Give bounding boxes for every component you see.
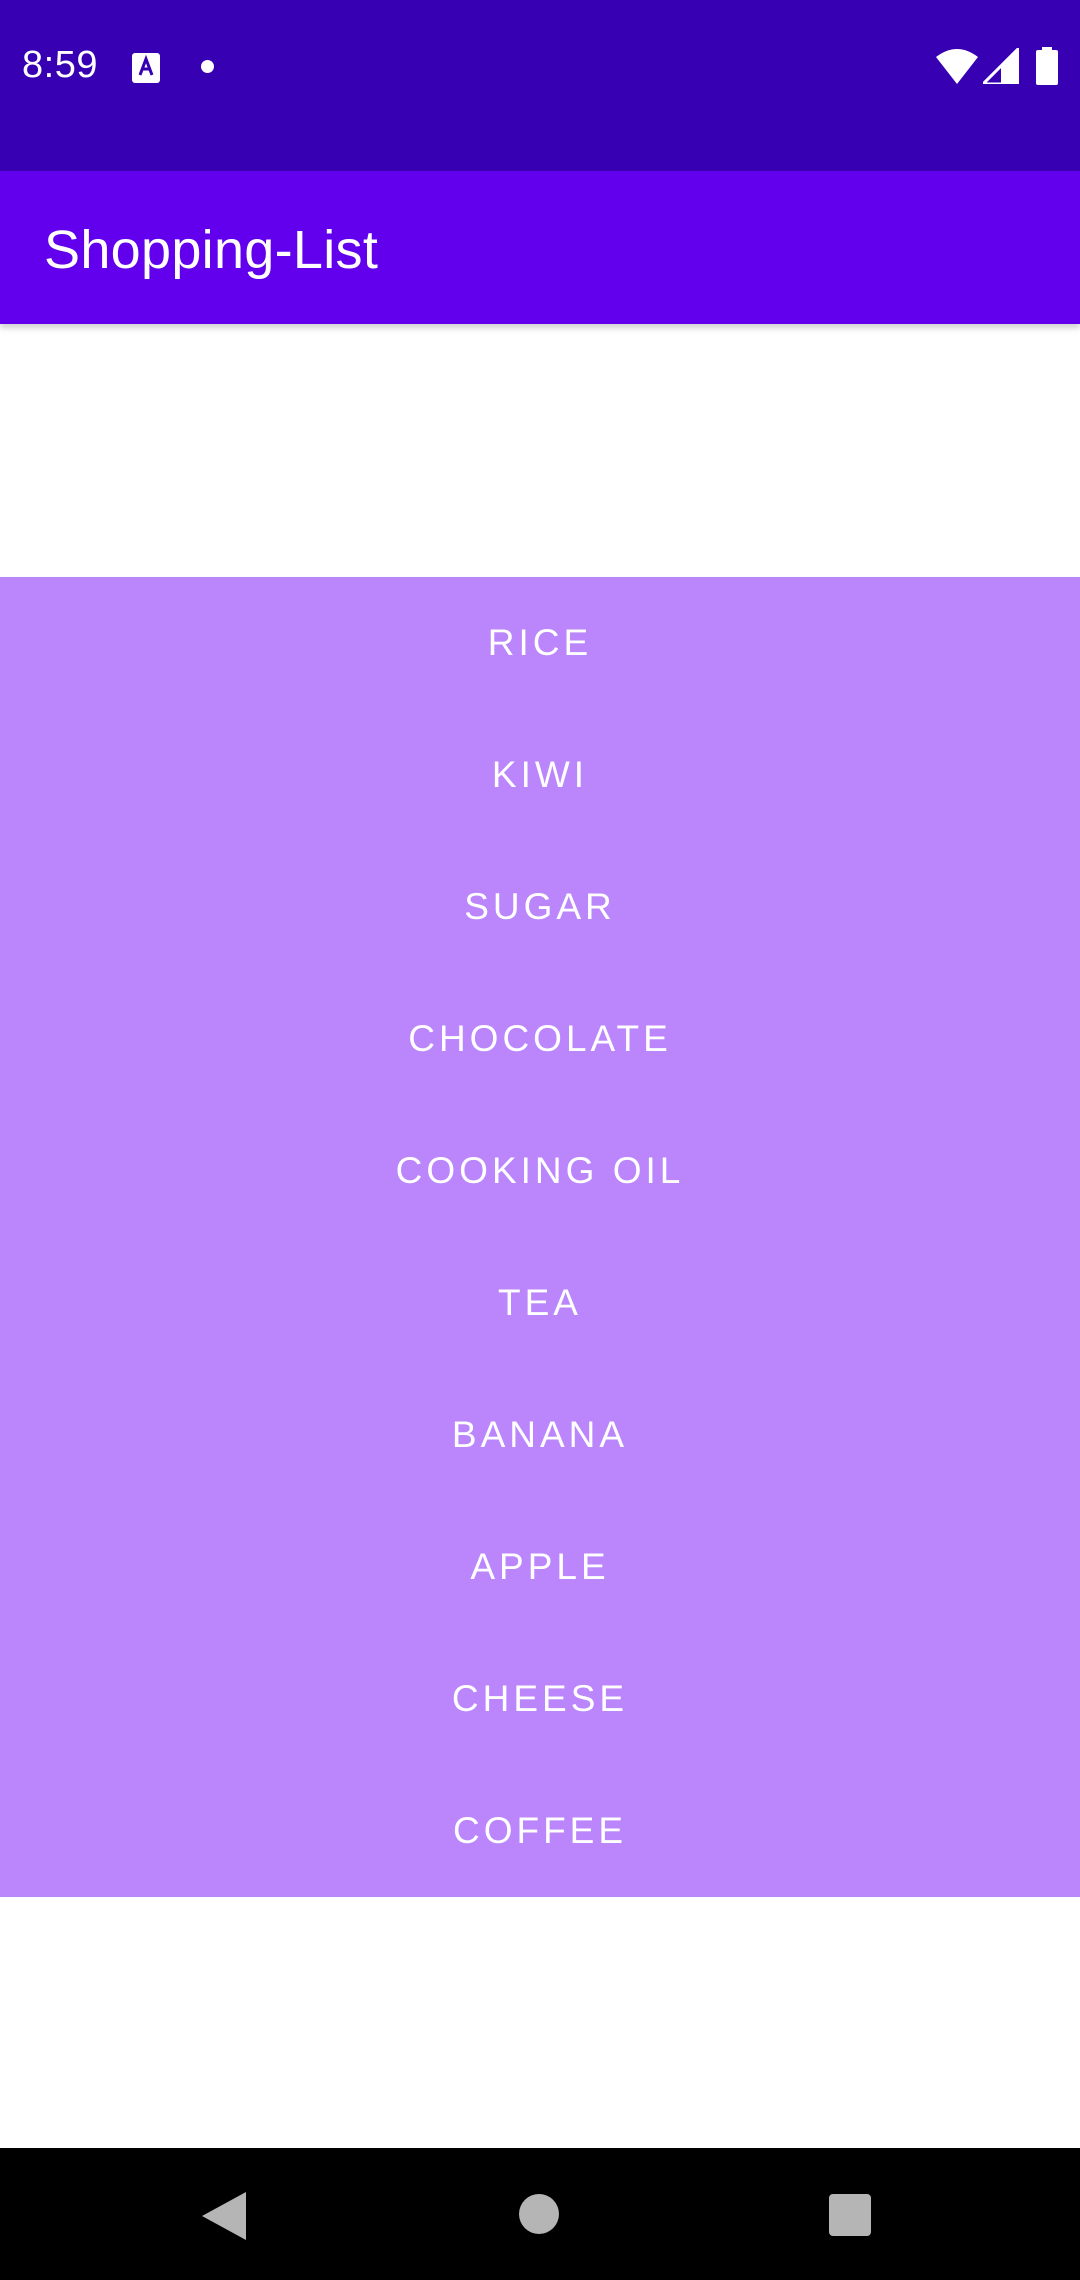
list-item-cheese[interactable]: CHEESE [0, 1633, 1080, 1765]
status-time: 8:59 [22, 44, 98, 86]
list-item-banana[interactable]: BANANA [0, 1369, 1080, 1501]
list-item-cooking-oil[interactable]: COOKING OIL [0, 1105, 1080, 1237]
status-bar: 8:59 [0, 0, 1080, 171]
list-item-rice[interactable]: RICE [0, 577, 1080, 709]
wifi-icon [936, 49, 978, 84]
app-title: Shopping-List [44, 220, 379, 280]
recents-icon[interactable] [829, 2194, 871, 2236]
dot-icon [201, 60, 214, 73]
list-item-kiwi[interactable]: KIWI [0, 709, 1080, 841]
back-icon[interactable] [202, 2192, 246, 2240]
navigation-bar [0, 2148, 1080, 2280]
shopping-list[interactable]: RICE KIWI SUGAR CHOCOLATE COOKING OIL TE… [0, 577, 1080, 1897]
notification-a-icon [132, 53, 160, 83]
list-item-tea[interactable]: TEA [0, 1237, 1080, 1369]
list-item-coffee[interactable]: COFFEE [0, 1765, 1080, 1897]
battery-icon [1036, 47, 1058, 85]
signal-icon [983, 48, 1019, 84]
list-item-apple[interactable]: APPLE [0, 1501, 1080, 1633]
home-icon[interactable] [519, 2194, 559, 2234]
list-item-chocolate[interactable]: CHOCOLATE [0, 973, 1080, 1105]
app-bar: Shopping-List [0, 171, 1080, 324]
list-item-sugar[interactable]: SUGAR [0, 841, 1080, 973]
